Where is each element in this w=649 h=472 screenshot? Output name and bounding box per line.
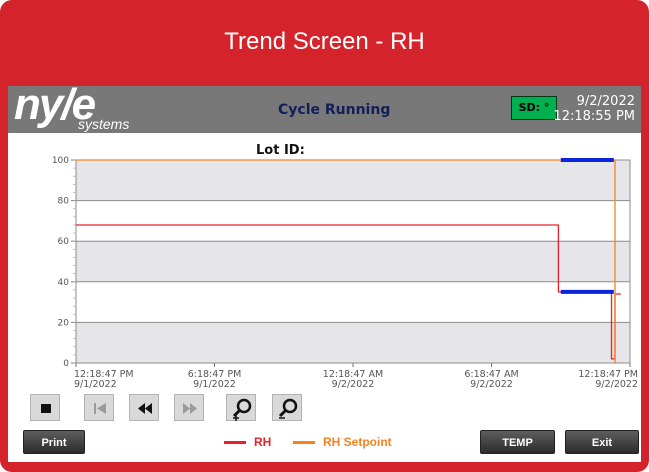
cycle-status: Cycle Running xyxy=(278,102,391,118)
legend-rh-swatch xyxy=(224,441,246,445)
trend-chart[interactable]: 100806040200 12:18:47 PM9/1/20226:18:47 … xyxy=(8,133,641,393)
y-tick-label: 60 xyxy=(58,237,70,247)
date-time-display: 9/2/2022 12:18:55 PM xyxy=(553,94,635,124)
legend-rh-label: RH xyxy=(254,435,272,449)
screen-frame: Trend Screen - RH ny/e systems Cycle Run… xyxy=(0,0,649,472)
zoom-in-icon xyxy=(232,398,252,421)
zoom-out-button[interactable] xyxy=(272,394,302,421)
rewind-icon xyxy=(138,403,152,414)
y-tick-label: 40 xyxy=(58,278,70,288)
skip-back-button[interactable] xyxy=(84,394,114,421)
fast-forward-button[interactable] xyxy=(174,394,204,421)
plot-band xyxy=(76,160,630,201)
x-tick-label-date: 9/1/2022 xyxy=(74,379,117,390)
x-tick-label-date: 9/1/2022 xyxy=(193,379,236,390)
plot-band xyxy=(76,322,630,363)
fast-forward-icon xyxy=(183,403,197,414)
trend-panel: Lot ID: 100 80 60 40 20 0 12:18:47 PM 9/1/2022… xyxy=(8,133,641,462)
legend-setpoint: RH Setpoint xyxy=(293,435,392,451)
exit-button[interactable]: Exit xyxy=(565,430,639,454)
x-tick-label-date: 9/2/2022 xyxy=(332,379,375,390)
logo-subtext: systems xyxy=(78,116,130,132)
sd-indicator: SD: ° xyxy=(511,96,557,120)
y-tick-label: 0 xyxy=(63,359,69,369)
zoom-in-button[interactable] xyxy=(226,394,256,421)
rewind-button[interactable] xyxy=(129,394,159,421)
legend-rh: RH xyxy=(224,435,271,451)
y-tick-label: 100 xyxy=(52,156,69,166)
status-header: ny/e systems Cycle Running SD: ° 9/2/202… xyxy=(8,80,641,133)
time-display: 12:18:55 PM xyxy=(553,109,635,124)
y-tick-label: 20 xyxy=(58,318,70,328)
print-button[interactable]: Print xyxy=(23,430,85,454)
legend-setpoint-label: RH Setpoint xyxy=(323,435,392,449)
x-tick-label-date: 9/2/2022 xyxy=(470,379,513,390)
screen-title: Trend Screen - RH xyxy=(224,28,425,55)
stop-button[interactable] xyxy=(30,394,60,421)
plot-band xyxy=(76,200,630,242)
plot-band xyxy=(76,281,630,323)
company-logo: ny/e systems xyxy=(14,80,144,133)
date-display: 9/2/2022 xyxy=(576,94,635,109)
temp-button[interactable]: TEMP xyxy=(480,430,555,454)
plot-band xyxy=(76,241,630,282)
skip-back-icon xyxy=(94,403,106,414)
stop-icon xyxy=(41,404,51,413)
x-tick-label-date: 9/2/2022 xyxy=(595,379,638,390)
legend-setpoint-swatch xyxy=(293,441,315,445)
zoom-out-icon xyxy=(278,398,298,419)
y-tick-label: 80 xyxy=(58,197,70,207)
